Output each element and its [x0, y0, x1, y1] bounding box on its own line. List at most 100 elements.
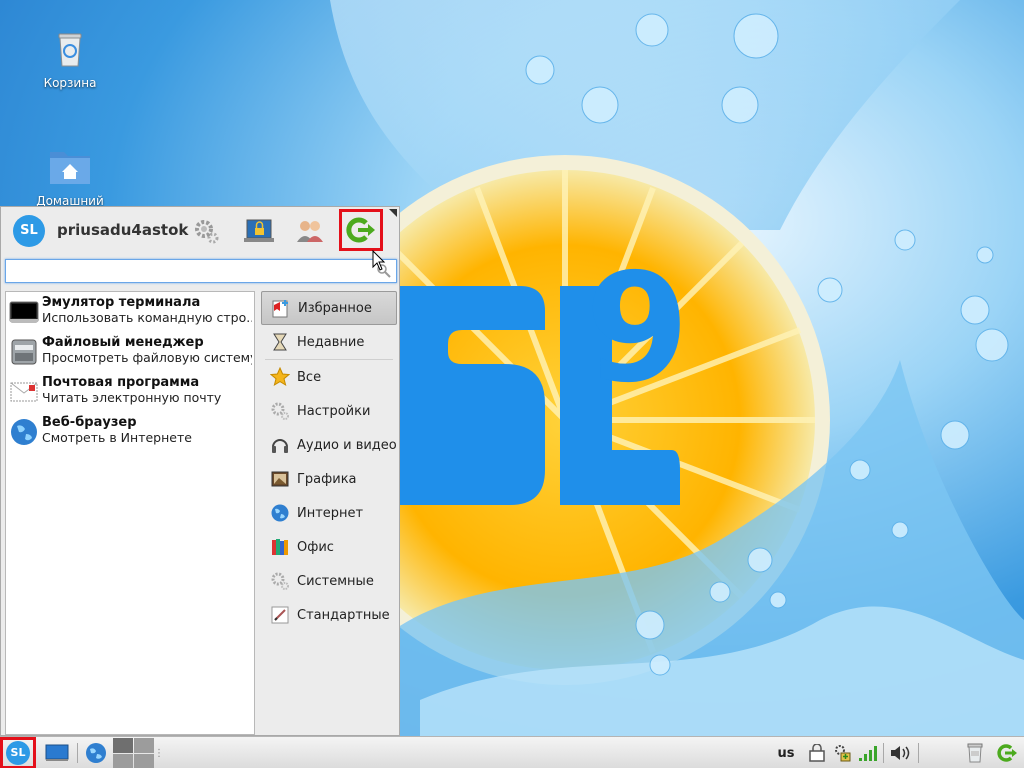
list-item-file-manager[interactable]: Файловый менеджер Просмотреть файловую с… [6, 332, 254, 372]
list-item-web-browser[interactable]: Веб-браузер Смотреть в Интернете [6, 412, 254, 452]
removable-drive-icon [809, 744, 825, 762]
category-recent[interactable]: Недавние [261, 325, 397, 359]
start-logo: SL [6, 741, 30, 765]
desktop-home-folder[interactable]: Домашний [25, 142, 115, 208]
switch-user-icon [297, 221, 323, 242]
volume-button[interactable] [888, 739, 912, 767]
logout-taskbar-button[interactable] [994, 739, 1020, 767]
search-box[interactable] [5, 259, 397, 283]
category-label: Интернет [297, 505, 364, 521]
category-internet[interactable]: Интернет [261, 496, 397, 530]
category-label: Аудио и видео [297, 437, 397, 453]
category-favorites[interactable]: Избранное [261, 291, 397, 325]
logout-icon [346, 217, 375, 243]
mouse-cursor-icon [372, 250, 386, 271]
desktop-icon-label: Корзина [43, 76, 97, 90]
recent-icon [273, 333, 287, 351]
workspace-2[interactable] [133, 737, 154, 753]
app-name: Веб-браузер [42, 415, 137, 430]
category-label: Все [297, 369, 322, 385]
trash-applet-button[interactable] [962, 739, 988, 767]
app-name: Эмулятор терминала [42, 295, 201, 310]
category-audio-video[interactable]: Аудио и видео [261, 428, 397, 462]
taskbar-separator [77, 743, 78, 763]
audio-video-icon [272, 439, 288, 453]
web-browser-icon [11, 419, 37, 445]
workspace-3[interactable] [112, 753, 133, 768]
office-books-icon [272, 539, 288, 555]
app-name: Файловый менеджер [42, 335, 204, 350]
category-label: Графика [297, 471, 357, 487]
terminal-icon [9, 301, 39, 323]
trash-icon [46, 24, 94, 72]
update-package-icon [835, 745, 851, 762]
category-accessories[interactable]: Стандартные [261, 598, 397, 632]
accessories-icon [271, 606, 289, 624]
settings-icon [195, 220, 219, 244]
category-settings[interactable]: Настройки [261, 394, 397, 428]
lock-screen-icon [244, 219, 274, 242]
network-status-button[interactable] [856, 739, 880, 767]
app-description: Использовать командную стро... [42, 310, 252, 325]
web-browser-launcher[interactable] [82, 739, 110, 767]
web-browser-icon [86, 743, 106, 763]
all-star-icon [270, 367, 290, 387]
show-desktop-button[interactable] [42, 739, 72, 767]
home-folder-icon [46, 142, 94, 190]
category-label: Офис [297, 539, 334, 555]
workspace-4[interactable] [133, 753, 154, 768]
taskbar-handle-icon[interactable]: ⋮ [154, 739, 164, 767]
favorites-icon [272, 300, 288, 318]
settings-gear-icon [271, 402, 289, 420]
show-desktop-icon [45, 744, 69, 761]
lock-screen-button[interactable] [239, 213, 277, 249]
app-description: Смотреть в Интернете [42, 430, 192, 445]
logout-icon [997, 744, 1017, 762]
internet-globe-icon [271, 504, 289, 522]
category-office[interactable]: Офис [261, 530, 397, 564]
switch-user-button[interactable] [291, 213, 329, 249]
workspace-1[interactable] [112, 737, 133, 753]
keyboard-layout-indicator[interactable]: us [772, 739, 800, 767]
system-gear-icon [271, 572, 289, 590]
wallpaper-logo-sup: 9 [585, 242, 689, 416]
category-label: Стандартные [297, 607, 390, 623]
keyboard-layout-label: us [777, 745, 795, 761]
graphics-icon [271, 471, 289, 487]
logout-button[interactable] [339, 209, 383, 251]
app-name: Почтовая программа [42, 375, 200, 390]
desktop-trash[interactable]: Корзина [25, 24, 115, 90]
taskbar-separator [883, 743, 884, 763]
category-system[interactable]: Системные [261, 564, 397, 598]
category-label: Системные [297, 573, 374, 589]
category-graphics[interactable]: Графика [261, 462, 397, 496]
updates-button[interactable] [832, 739, 854, 767]
category-label: Избранное [298, 300, 372, 316]
app-description: Читать электронную почту [42, 390, 222, 405]
menu-header: SL priusadu4astok [1, 207, 399, 253]
category-all[interactable]: Все [261, 360, 397, 394]
start-menu-button[interactable]: SL [0, 737, 36, 768]
app-description: Просмотреть файловую систему [42, 350, 252, 365]
search-input[interactable] [6, 260, 366, 282]
wifi-icon [859, 746, 877, 761]
volume-icon [891, 746, 910, 760]
taskbar-separator [918, 743, 919, 763]
taskbar: SL ⋮ us [0, 736, 1024, 768]
username-label: priusadu4astok [57, 221, 189, 239]
category-label: Недавние [297, 334, 365, 350]
menu-resize-corner[interactable] [389, 209, 397, 217]
file-manager-icon [11, 339, 37, 365]
workspace-switcher[interactable] [112, 737, 154, 768]
list-item-terminal[interactable]: Эмулятор терминала Использовать командну… [6, 292, 254, 332]
category-list: Избранное Недавние Все Настройки Аудио и… [261, 291, 397, 632]
category-label: Настройки [297, 403, 371, 419]
start-menu: SL priusadu4astok Эмулятор терминала Исп… [0, 206, 400, 736]
trash-icon [967, 743, 983, 763]
favorites-list: Эмулятор терминала Использовать командну… [5, 291, 255, 735]
list-item-mail[interactable]: Почтовая программа Читать электронную по… [6, 372, 254, 412]
avatar[interactable]: SL [13, 215, 45, 247]
mail-icon [10, 382, 38, 402]
removable-media-button[interactable] [806, 739, 828, 767]
settings-button[interactable] [187, 213, 225, 249]
